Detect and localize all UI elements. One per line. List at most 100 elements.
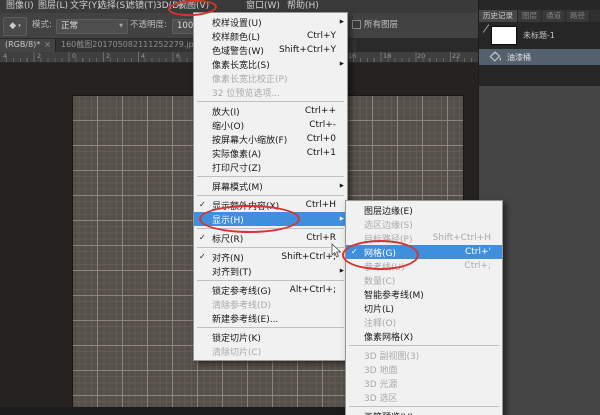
history-source-column[interactable]: [479, 25, 491, 46]
menu-item-zoom-out[interactable]: 缩小(O)Ctrl+-: [194, 118, 347, 132]
menu-item-layer-edges[interactable]: 图层边缘(E): [346, 203, 502, 217]
submenu-arrow-icon: ▶: [336, 19, 344, 25]
menu-item-snap[interactable]: ✓对齐(N)Shift+Ctrl+;: [194, 250, 347, 264]
menu-item-proof-setup[interactable]: 校样设置(U)▶: [194, 15, 347, 29]
menu-item-label: 画笔预览(V): [364, 410, 413, 415]
panel-tab-历史记录[interactable]: 历史记录: [479, 10, 518, 22]
menu-item-lock-slices[interactable]: 锁定切片(K): [194, 330, 347, 344]
checkmark-icon: ✓: [199, 231, 212, 245]
snapshot-name: 未标题-1: [523, 30, 555, 41]
snapshot-thumbnail: [491, 26, 517, 45]
checkbox-icon: [352, 20, 361, 29]
menu-item-label: 清除切片(C): [212, 345, 261, 358]
menu-item-label: 显示(H): [212, 213, 244, 226]
mode-select[interactable]: 正常▼: [56, 19, 128, 34]
menu-item-shortcut: Ctrl+R: [298, 233, 336, 243]
menu-item-lock-guides[interactable]: 锁定参考线(G)Alt+Ctrl+;: [194, 283, 347, 297]
menu-item-pixel-aspect-ratio[interactable]: 像素长宽比(S) ▶: [194, 57, 347, 71]
photoshop-window: 图像(I)图层(L)文字(Y)选择(S)滤镜(T)3D(D)视图(V)窗口(W)…: [0, 0, 600, 415]
menu-item-3d-lights: 3D 光源: [346, 376, 502, 390]
menu-item-zoom-in[interactable]: 放大(I)Ctrl++: [194, 104, 347, 118]
menu-item-gamut-warning[interactable]: 色域警告(W)Shift+Ctrl+Y: [194, 43, 347, 57]
menu-item-label: 数量(C): [364, 274, 395, 287]
menu-item-3d-secondary-view: 3D 副视图(3): [346, 348, 502, 362]
submenu-arrow-icon: ▶: [336, 61, 344, 67]
panel-tab-路径[interactable]: 路径: [566, 10, 590, 22]
menu-item-3d-ground-plane: 3D 地面: [346, 362, 502, 376]
menu-item-label: 像素长宽比(S): [212, 58, 270, 71]
menu-item-label: 屏幕模式(M): [212, 180, 263, 193]
mode-label: 模式:: [32, 19, 52, 32]
menu-item-label: 智能参考线(M): [364, 288, 424, 301]
opacity-label: 不透明度:: [130, 19, 167, 32]
menu-item-label: 清除参考线(D): [212, 298, 271, 311]
menu-item-label: 按屏幕大小缩放(F): [212, 133, 287, 146]
menu-separator: [197, 228, 344, 229]
menubar-item-layer[interactable]: 图层(L): [38, 0, 68, 13]
menu-item-pixel-grid[interactable]: 像素网格(X): [346, 329, 502, 343]
history-panel: 未标题-1 油漆桶: [479, 22, 600, 86]
menu-item-label: 对齐到(T): [212, 265, 252, 278]
menubar-item-filter[interactable]: 滤镜(T): [126, 0, 157, 13]
ruler-label: 18: [383, 52, 391, 60]
menu-item-pixel-aspect-correction: 像素长宽比校正(P): [194, 71, 347, 85]
menu-separator: [349, 345, 499, 346]
menu-item-guides: 参考线(U)Ctrl+;: [346, 259, 502, 273]
menu-item-shortcut: Ctrl+Y: [299, 31, 336, 41]
history-step-row[interactable]: 油漆桶: [479, 49, 600, 65]
menu-item-slices[interactable]: 切片(L): [346, 301, 502, 315]
ruler-label: 2: [37, 52, 41, 60]
panel-tab-通道[interactable]: 通道: [542, 10, 566, 22]
menu-item-notes: 注释(O): [346, 315, 502, 329]
menu-item-new-guide[interactable]: 新建参考线(E)...: [194, 311, 347, 325]
panel-tab-bar: 历史记录图层通道路径: [479, 10, 600, 22]
menu-separator: [197, 101, 344, 102]
menu-item-label: 图层边缘(E): [364, 204, 413, 217]
menubar-item-image[interactable]: 图像(I): [6, 0, 34, 13]
menu-separator: [197, 195, 344, 196]
paint-bucket-tool-icon[interactable]: ◆▾: [3, 17, 27, 36]
menu-item-show[interactable]: 显示(H)▶: [194, 212, 347, 226]
menu-item-print-size[interactable]: 打印尺寸(Z): [194, 160, 347, 174]
menu-item-grid[interactable]: ✓网格(G)Ctrl+': [346, 245, 502, 259]
menu-item-shortcut: Shift+Ctrl+Y: [271, 45, 336, 55]
menu-item-selection-edges: 选区边缘(S): [346, 217, 502, 231]
menu-item-label: 选区边缘(S): [364, 218, 413, 231]
menu-item-label: 缩小(O): [212, 119, 244, 132]
menu-item-label: 新建参考线(E)...: [212, 312, 278, 325]
menu-item-label: 目标路径(P): [364, 232, 412, 245]
window-titlebar: –▢✕: [479, 0, 600, 10]
menu-item-label: 对齐(N): [212, 251, 244, 264]
menubar-item-type[interactable]: 文字(Y): [70, 0, 101, 13]
close-tab-icon[interactable]: ×: [44, 40, 51, 49]
menu-item-rulers[interactable]: ✓标尺(R)Ctrl+R: [194, 231, 347, 245]
menu-item-label: 显示额外内容(X): [212, 199, 279, 212]
paint-bucket-icon: [489, 51, 503, 63]
menu-item-label: 像素网格(X): [364, 330, 413, 343]
menu-item-snap-to[interactable]: 对齐到(T) ▶: [194, 264, 347, 278]
menu-item-brush-preview[interactable]: 画笔预览(V): [346, 409, 502, 415]
menu-item-fit-on-screen[interactable]: 按屏幕大小缩放(F)Ctrl+0: [194, 132, 347, 146]
menu-item-label: 打印尺寸(Z): [212, 161, 261, 174]
menu-item-label: 放大(I): [212, 105, 240, 118]
menu-item-proof-colors[interactable]: 校样颜色(L)Ctrl+Y: [194, 29, 347, 43]
menu-item-count: 数量(C): [346, 273, 502, 287]
menu-item-label: 3D 副视图(3): [364, 349, 419, 362]
chevron-down-icon: ▼: [119, 20, 123, 33]
menu-item-extras[interactable]: ✓显示额外内容(X)Ctrl+H: [194, 198, 347, 212]
menu-item-screen-mode[interactable]: 屏幕模式(M)▶: [194, 179, 347, 193]
submenu-arrow-icon: ▶: [336, 268, 344, 274]
menu-item-label: 3D 光源: [364, 377, 398, 390]
menu-item-label: 3D 地面: [364, 363, 398, 376]
menu-item-smart-guides[interactable]: 智能参考线(M): [346, 287, 502, 301]
ruler-label: 4: [3, 52, 7, 60]
menubar-item-select[interactable]: 选择(S): [98, 0, 129, 13]
menu-separator: [197, 247, 344, 248]
all-layers-checkbox[interactable]: 所有图层: [352, 19, 398, 32]
checkmark-icon: ✓: [351, 245, 364, 259]
menu-item-actual-pixels[interactable]: 实际像素(A)Ctrl+1: [194, 146, 347, 160]
history-snapshot-row[interactable]: 未标题-1: [479, 25, 600, 46]
panel-tab-图层[interactable]: 图层: [518, 10, 542, 22]
menu-item-32bit-preview: 32 位预览选项...: [194, 85, 347, 99]
menu-separator: [197, 327, 344, 328]
